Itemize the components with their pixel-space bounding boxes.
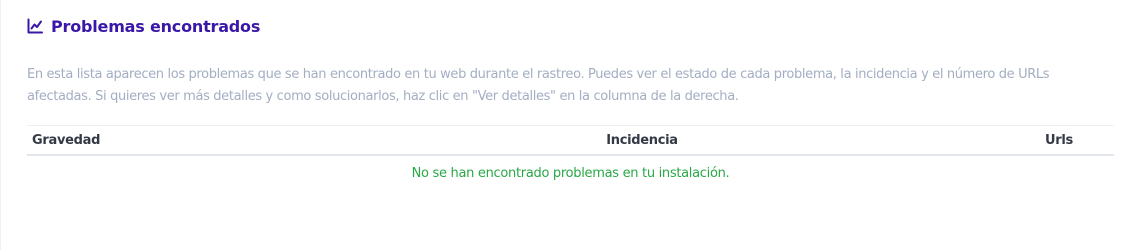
section-header: Problemas encontrados xyxy=(27,14,260,38)
problems-panel: Problemas encontrados En esta lista apar… xyxy=(0,0,1129,250)
problems-table: Gravedad Incidencia Urls No se han encon… xyxy=(27,125,1114,190)
section-description: En esta lista aparecen los problemas que… xyxy=(27,67,1050,104)
column-header-urls: Urls xyxy=(1045,133,1073,148)
empty-state-message: No se han encontrado problemas en tu ins… xyxy=(411,165,730,181)
line-chart-icon xyxy=(27,18,43,34)
section-title: Problemas encontrados xyxy=(51,16,261,36)
table-empty-row: No se han encontrado problemas en tu ins… xyxy=(27,156,1114,190)
column-header-incidencia: Incidencia xyxy=(606,133,678,148)
table-header-row: Gravedad Incidencia Urls xyxy=(27,125,1114,156)
